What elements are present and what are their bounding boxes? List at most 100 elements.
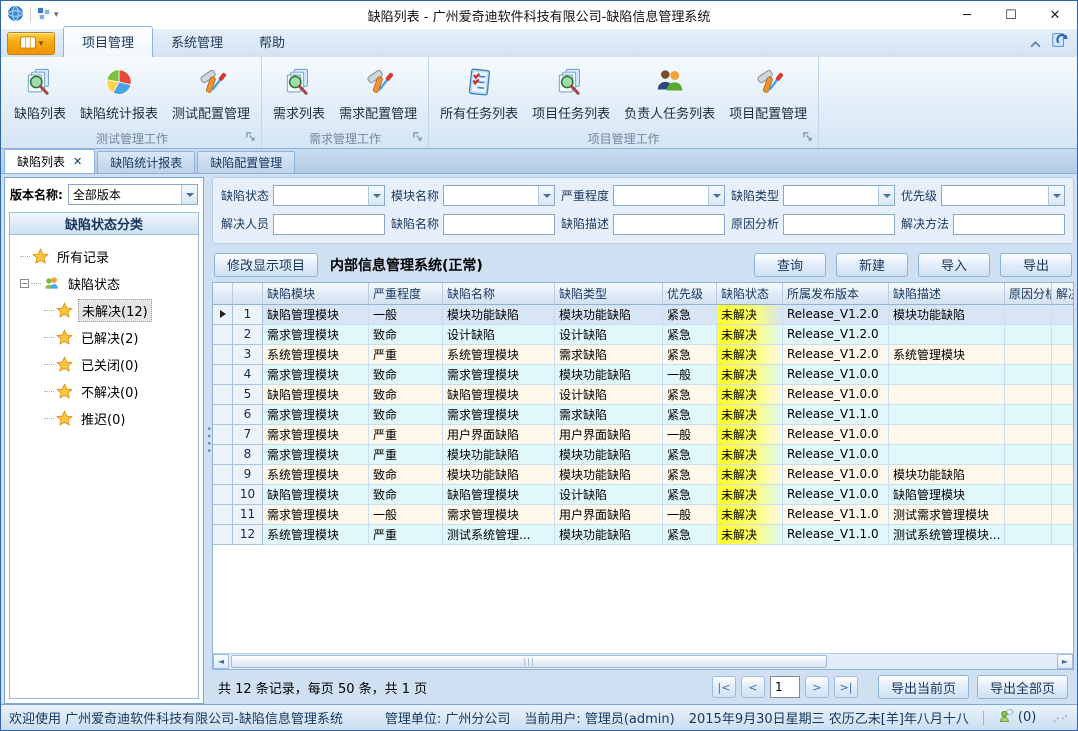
table-cell[interactable]: 系统管理模块 <box>889 345 1005 365</box>
tree-item-6[interactable]: 推迟(0) <box>20 405 196 432</box>
table-row-2[interactable]: 2需求管理模块致命设计缺陷设计缺陷紧急未解决Release_V1.2.0 <box>213 325 1073 345</box>
ribbon-button[interactable]: 所有任务列表 <box>433 60 525 124</box>
table-cell[interactable] <box>1052 485 1073 505</box>
table-cell[interactable]: 致命 <box>369 465 443 485</box>
table-cell[interactable]: 紧急 <box>663 465 717 485</box>
grid-column-header-11[interactable]: 解决 <box>1052 283 1073 305</box>
table-cell[interactable] <box>1005 425 1052 445</box>
tree-item-0[interactable]: 所有记录 <box>20 243 196 270</box>
page-number-input[interactable] <box>770 676 800 698</box>
table-cell[interactable]: 模块功能缺陷 <box>555 365 663 385</box>
row-selector-cell[interactable] <box>213 525 233 545</box>
table-cell[interactable]: 模块功能缺陷 <box>889 305 1005 325</box>
dialog-launcher-icon[interactable] <box>413 130 422 144</box>
doc-tab-0[interactable]: 缺陷列表✕ <box>4 149 95 173</box>
table-cell[interactable] <box>1005 325 1052 345</box>
chevron-down-icon[interactable] <box>878 186 894 205</box>
maximize-button[interactable]: ☐ <box>989 1 1033 29</box>
table-row-3[interactable]: 3系统管理模块严重系统管理模块需求缺陷紧急未解决Release_V1.2.0系统… <box>213 345 1073 365</box>
table-cell[interactable]: Release_V1.2.0 <box>783 325 889 345</box>
row-selector-cell[interactable] <box>213 365 233 385</box>
doc-tab-1[interactable]: 缺陷统计报表 <box>97 151 195 173</box>
table-cell[interactable]: 系统管理模块 <box>443 345 555 365</box>
table-cell[interactable]: 严重 <box>369 445 443 465</box>
table-cell[interactable]: Release_V1.0.0 <box>783 445 889 465</box>
table-cell[interactable]: 未解决 <box>717 385 783 405</box>
ribbon-button[interactable]: 项目任务列表 <box>525 60 617 124</box>
tree-item-4[interactable]: 已关闭(0) <box>20 351 196 378</box>
row-selector-cell[interactable] <box>213 405 233 425</box>
export-all-pages-button[interactable]: 导出全部页 <box>977 675 1068 699</box>
table-cell[interactable] <box>1005 485 1052 505</box>
close-icon[interactable]: ✕ <box>73 155 82 168</box>
table-row-11[interactable]: 11需求管理模块一般需求管理模块用户界面缺陷一般未解决Release_V1.1.… <box>213 505 1073 525</box>
table-cell[interactable]: 需求缺陷 <box>555 345 663 365</box>
tree-item-3[interactable]: 已解决(2) <box>20 324 196 351</box>
dialog-launcher-icon[interactable] <box>803 130 812 144</box>
table-cell[interactable]: 缺陷管理模块 <box>263 305 369 325</box>
row-selector-cell[interactable] <box>213 445 233 465</box>
chevron-down-icon[interactable] <box>1048 186 1064 205</box>
filter-input[interactable] <box>443 214 555 235</box>
chevron-down-icon[interactable] <box>368 186 384 205</box>
grid-column-header-7[interactable]: 缺陷状态 <box>717 283 783 305</box>
table-cell[interactable]: 缺陷管理模块 <box>443 485 555 505</box>
table-cell[interactable]: 未解决 <box>717 325 783 345</box>
table-cell[interactable] <box>1052 465 1073 485</box>
ribbon-button[interactable]: 缺陷统计报表 <box>73 60 165 124</box>
table-cell[interactable]: 需求管理模块 <box>263 365 369 385</box>
grid-column-header-8[interactable]: 所属发布版本 <box>783 283 889 305</box>
table-cell[interactable] <box>1005 345 1052 365</box>
table-cell[interactable]: 紧急 <box>663 305 717 325</box>
quick-access-toolbar-button[interactable]: ▾ <box>37 6 59 25</box>
table-row-5[interactable]: 5缺陷管理模块致命缺陷管理模块设计缺陷紧急未解决Release_V1.0.0 <box>213 385 1073 405</box>
grid-column-header-0[interactable] <box>213 283 233 305</box>
table-cell[interactable]: 需求管理模块 <box>263 405 369 425</box>
table-cell[interactable]: 严重 <box>369 525 443 545</box>
table-cell[interactable] <box>889 405 1005 425</box>
table-cell[interactable]: 用户界面缺陷 <box>555 505 663 525</box>
table-cell[interactable]: 紧急 <box>663 385 717 405</box>
table-cell[interactable] <box>1052 345 1073 365</box>
table-cell[interactable]: 用户界面缺陷 <box>443 425 555 445</box>
chevron-down-icon[interactable] <box>708 186 724 205</box>
row-selector-cell[interactable] <box>213 305 233 325</box>
table-cell[interactable] <box>1052 365 1073 385</box>
toolbar-action-button-2[interactable]: 导入 <box>918 253 990 277</box>
table-cell[interactable]: 严重 <box>369 425 443 445</box>
table-cell[interactable]: 一般 <box>663 425 717 445</box>
table-cell[interactable]: 模块功能缺陷 <box>443 305 555 325</box>
table-cell[interactable]: 缺陷管理模块 <box>263 485 369 505</box>
table-cell[interactable] <box>1052 425 1073 445</box>
table-cell[interactable] <box>1005 385 1052 405</box>
table-cell[interactable] <box>1005 465 1052 485</box>
application-menu-button[interactable]: ▾ <box>7 32 55 55</box>
ribbon-button[interactable]: 需求配置管理 <box>332 60 424 124</box>
table-cell[interactable]: Release_V1.1.0 <box>783 505 889 525</box>
filter-input[interactable] <box>273 214 385 235</box>
grid-column-header-3[interactable]: 严重程度 <box>369 283 443 305</box>
ribbon-button[interactable]: 测试配置管理 <box>165 60 257 124</box>
table-cell[interactable] <box>1005 365 1052 385</box>
filter-input[interactable] <box>953 214 1065 235</box>
ribbon-tab-0[interactable]: 项目管理 <box>63 26 153 57</box>
grid-column-header-9[interactable]: 缺陷描述 <box>889 283 1005 305</box>
table-cell[interactable]: 致命 <box>369 485 443 505</box>
table-cell[interactable]: Release_V1.2.0 <box>783 345 889 365</box>
chevron-down-icon[interactable] <box>538 186 554 205</box>
table-cell[interactable]: 未解决 <box>717 505 783 525</box>
table-cell[interactable]: 需求管理模块 <box>263 445 369 465</box>
table-cell[interactable]: 模块功能缺陷 <box>889 465 1005 485</box>
grid-column-header-1[interactable] <box>233 283 263 305</box>
table-row-8[interactable]: 8需求管理模块严重模块功能缺陷模块功能缺陷紧急未解决Release_V1.0.0 <box>213 445 1073 465</box>
close-button[interactable]: ✕ <box>1033 1 1077 29</box>
table-cell[interactable]: 测试需求管理模块 <box>889 505 1005 525</box>
tree-item-2[interactable]: 未解决(12) <box>20 297 196 324</box>
table-cell[interactable]: Release_V1.0.0 <box>783 485 889 505</box>
scroll-left-icon[interactable]: ◄ <box>213 654 229 669</box>
table-cell[interactable]: Release_V1.2.0 <box>783 305 889 325</box>
ribbon-button[interactable]: 需求列表 <box>266 60 332 124</box>
toolbar-action-button-3[interactable]: 导出 <box>1000 253 1072 277</box>
table-cell[interactable] <box>889 365 1005 385</box>
table-cell[interactable]: 一般 <box>369 305 443 325</box>
